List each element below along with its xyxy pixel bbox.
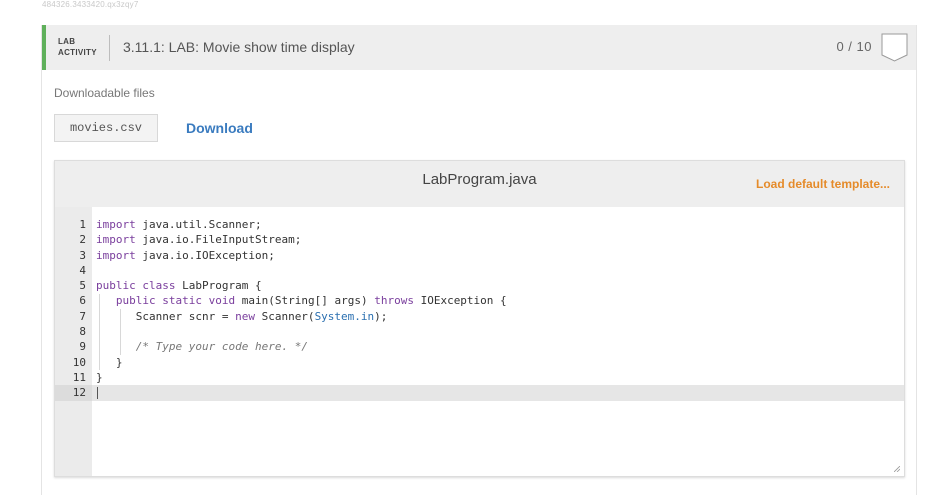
code-text[interactable]: Scanner scnr = new Scanner(System.in); <box>96 309 388 324</box>
code-line[interactable]: 3 import java.io.IOException; <box>55 248 904 263</box>
code-line[interactable]: 7 Scanner scnr = new Scanner(System.in); <box>55 309 904 324</box>
code-line[interactable]: 6 public static void main(String[] args)… <box>55 293 904 308</box>
indent-guide <box>120 308 121 355</box>
line-number: 10 <box>72 355 86 369</box>
download-link[interactable]: Download <box>186 120 253 136</box>
lab-tag-line2: ACTIVITY <box>58 48 97 57</box>
code-line[interactable]: 12 <box>55 385 904 401</box>
code-line[interactable]: 11} <box>55 370 904 385</box>
resize-grip-icon[interactable] <box>894 466 900 472</box>
line-number: 4 <box>79 263 86 277</box>
code-line[interactable]: 1 import java.util.Scanner; <box>55 217 904 232</box>
score-badge-icon <box>881 33 908 62</box>
line-number: 9 <box>79 340 86 354</box>
activity-id: 484326.3433420.qx3zqy7 <box>42 0 139 9</box>
line-number: 8 <box>79 325 86 339</box>
lab-activity-card: LAB ACTIVITY 3.11.1: LAB: Movie show tim… <box>41 25 917 495</box>
line-number: 5 <box>79 279 86 293</box>
lab-tag-line1: LAB <box>58 37 76 46</box>
code-line[interactable]: 10 } <box>55 355 904 370</box>
indent-guide <box>99 293 100 370</box>
code-text[interactable]: import java.io.FileInputStream; <box>96 232 301 247</box>
text-cursor <box>97 387 98 400</box>
score-text: 0 / 10 <box>836 39 872 54</box>
code-line[interactable]: 8 <box>55 324 904 339</box>
code-text[interactable]: import java.util.Scanner; <box>96 217 262 232</box>
line-number: 7 <box>79 309 86 323</box>
code-area[interactable]: 1 import java.util.Scanner; 2 import java.i… <box>55 217 904 401</box>
line-number: 2 <box>79 233 86 247</box>
line-number: 1 <box>79 218 86 231</box>
lab-activity-tag: LAB ACTIVITY <box>58 36 97 58</box>
line-number: 11 <box>72 370 86 384</box>
editor-header: LabProgram.java Load default template... <box>55 161 904 207</box>
code-line[interactable]: 4 <box>55 263 904 278</box>
code-text[interactable]: /* Type your code here. */ <box>96 339 308 354</box>
lab-title: 3.11.1: LAB: Movie show time display <box>123 39 355 55</box>
code-text[interactable]: public static void main(String[] args) t… <box>96 293 507 308</box>
code-text[interactable]: } <box>96 370 103 385</box>
load-default-template-link[interactable]: Load default template... <box>756 177 890 191</box>
code-editor: LabProgram.java Load default template...… <box>54 160 905 477</box>
code-text[interactable]: public class LabProgram { <box>96 278 262 293</box>
header-divider <box>109 35 110 61</box>
code-line[interactable]: 2 import java.io.FileInputStream; <box>55 232 904 247</box>
lab-header: LAB ACTIVITY 3.11.1: LAB: Movie show tim… <box>42 25 916 70</box>
code-line[interactable]: 9 /* Type your code here. */ <box>55 339 904 354</box>
line-number: 12 <box>55 385 92 401</box>
line-number: 6 <box>79 294 86 308</box>
movies-csv-file-button[interactable]: movies.csv <box>54 114 158 142</box>
code-text[interactable]: import java.io.IOException; <box>96 248 275 263</box>
code-line[interactable]: 5 public class LabProgram { <box>55 278 904 293</box>
downloadable-files-label: Downloadable files <box>54 86 155 100</box>
line-number: 3 <box>79 248 86 262</box>
